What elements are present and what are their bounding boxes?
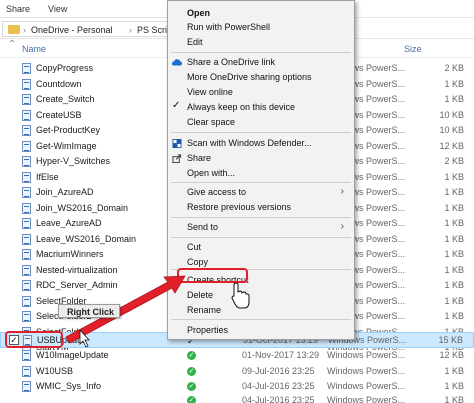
hand-cursor-icon (231, 282, 250, 309)
right-click-tooltip: Right Click (58, 304, 120, 318)
annotation-arrow-layer (65, 275, 250, 348)
